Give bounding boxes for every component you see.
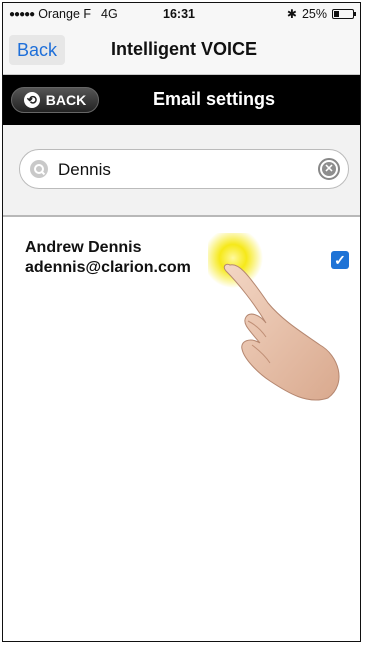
battery-percent: 25% bbox=[301, 7, 327, 21]
clock-time: 16:31 bbox=[163, 7, 195, 21]
search-icon bbox=[30, 160, 48, 178]
search-input[interactable] bbox=[56, 156, 300, 184]
navigation-bar: Back Intelligent VOICE bbox=[3, 25, 360, 75]
contact-name: Andrew Dennis bbox=[25, 239, 142, 256]
phone-screen: ●●●●● Orange F 4G 16:31 ✱ 25% Back Intel… bbox=[2, 2, 361, 642]
return-arrow-icon: ⟲ bbox=[23, 92, 40, 108]
network-label: 4G bbox=[101, 7, 118, 21]
header-back-label: BACK bbox=[45, 92, 87, 108]
pointing-hand-image bbox=[208, 233, 340, 401]
bluetooth-icon: ✱ bbox=[286, 7, 297, 21]
clear-icon: ✕ bbox=[322, 162, 336, 176]
battery-icon bbox=[332, 9, 356, 19]
status-bar: ●●●●● Orange F 4G 16:31 ✱ 25% bbox=[3, 3, 360, 25]
search-area: ✕ bbox=[3, 125, 360, 217]
search-field[interactable]: ✕ bbox=[19, 149, 349, 189]
nav-back-button[interactable]: Back bbox=[9, 35, 66, 65]
signal-dots-icon: ●●●●● bbox=[9, 8, 35, 20]
contact-email: adennis@clarion.com bbox=[25, 259, 191, 276]
carrier-label: Orange F bbox=[38, 7, 92, 21]
email-settings-header: ⟲ BACK Email settings bbox=[3, 75, 360, 125]
header-back-button[interactable]: ⟲ BACK bbox=[11, 87, 99, 113]
clear-search-button[interactable]: ✕ bbox=[318, 158, 340, 180]
page-title: Email settings bbox=[153, 89, 276, 109]
app-title: Intelligent VOICE bbox=[111, 39, 258, 59]
